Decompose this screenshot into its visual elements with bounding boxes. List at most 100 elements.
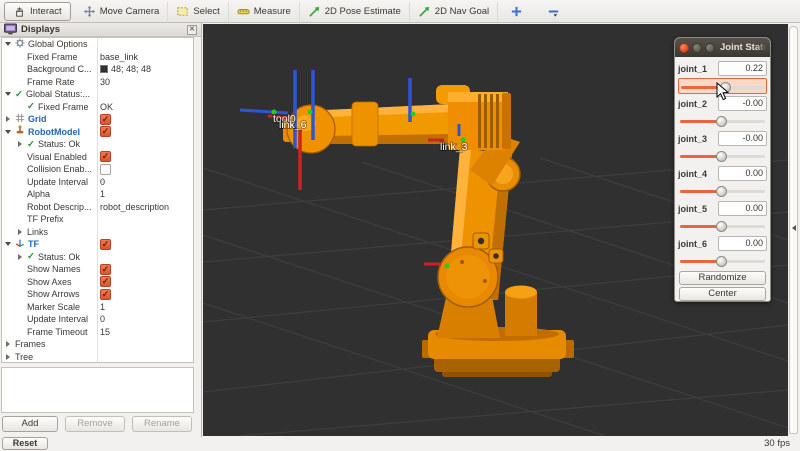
tree-row-links[interactable]: Links [2, 226, 193, 239]
checkbox-unchecked[interactable] [100, 164, 111, 175]
joint-slider[interactable] [678, 113, 767, 129]
joint-window-title: Joint State [718, 42, 766, 53]
tool-measure[interactable]: Measure [229, 2, 300, 21]
joint-value-field[interactable]: 0.00 [718, 166, 767, 181]
expand-arrow-icon[interactable] [4, 116, 12, 122]
mouse-cursor [716, 82, 730, 102]
remove-tool-button[interactable] [539, 2, 568, 21]
joint-value-field[interactable]: 0.00 [718, 236, 767, 251]
joint-slider[interactable] [678, 218, 767, 234]
tree-row-tf-prefix[interactable]: TF Prefix [2, 213, 193, 226]
tree-row-global-status-[interactable]: ✓Global Status:... [2, 88, 193, 101]
tree-row-frame-rate[interactable]: Frame Rate30 [2, 76, 193, 89]
tree-row-marker-scale[interactable]: Marker Scale1 [2, 301, 193, 314]
tree-row-frame-timeout[interactable]: Frame Timeout15 [2, 326, 193, 339]
tool-select[interactable]: Select [168, 2, 228, 21]
window-maximize-icon[interactable] [705, 43, 715, 53]
slider-knob[interactable] [716, 221, 727, 232]
checkbox-checked[interactable]: ✓ [100, 126, 111, 137]
expand-arrow-icon[interactable] [16, 141, 24, 147]
center-button[interactable]: Center [679, 287, 766, 301]
frame-label: link_3 [440, 141, 468, 153]
slider-knob[interactable] [716, 186, 727, 197]
tree-row-tree[interactable]: Tree [2, 351, 193, 364]
move-icon [83, 5, 96, 18]
tree-row-frames[interactable]: Frames [2, 338, 193, 351]
joint-slider[interactable] [678, 253, 767, 269]
collapse-arrow-icon[interactable] [4, 92, 12, 96]
tool-2d-pose-estimate[interactable]: 2D Pose Estimate [300, 2, 410, 21]
window-minimize-icon[interactable] [692, 43, 702, 53]
slider-knob[interactable] [716, 256, 727, 267]
remove-display-button[interactable]: Remove [65, 416, 125, 432]
expand-arrow-icon[interactable] [4, 341, 12, 347]
checkbox-checked[interactable]: ✓ [100, 264, 111, 275]
slider-trough [680, 190, 765, 193]
tree-row-grid[interactable]: Grid✓ [2, 113, 193, 126]
add-tool-button[interactable] [502, 2, 531, 21]
tree-row-background-c-[interactable]: Background C...48; 48; 48 [2, 63, 193, 76]
tree-row-robot-descrip-[interactable]: Robot Descrip...robot_description [2, 201, 193, 214]
hand-icon [13, 5, 26, 18]
slider-fill [680, 225, 721, 228]
slider-trough [680, 225, 765, 228]
joint-slider[interactable] [678, 148, 767, 164]
joint-window-titlebar[interactable]: Joint State [675, 38, 770, 57]
collapse-arrow-icon[interactable] [4, 242, 12, 246]
plus-icon [510, 5, 523, 18]
slider-trough [680, 120, 765, 123]
expand-arrow-icon[interactable] [16, 229, 24, 235]
checkbox-checked[interactable]: ✓ [100, 276, 111, 287]
tree-row-robotmodel[interactable]: RobotModel✓ [2, 126, 193, 139]
collapse-arrow-icon[interactable] [4, 42, 12, 46]
slider-knob[interactable] [716, 151, 727, 162]
randomize-button[interactable]: Randomize [679, 271, 766, 285]
tree-row-show-arrows[interactable]: Show Arrows✓ [2, 288, 193, 301]
tree-row-tf[interactable]: TF✓ [2, 238, 193, 251]
expand-arrow-icon[interactable] [4, 354, 12, 360]
tree-row-show-names[interactable]: Show Names✓ [2, 263, 193, 276]
tree-row-global-options[interactable]: Global Options [2, 38, 193, 51]
tool-interact[interactable]: Interact [4, 2, 71, 21]
gear-icon [15, 38, 25, 52]
reset-button[interactable]: Reset [2, 437, 48, 450]
tree-row-update-interval[interactable]: Update Interval0 [2, 176, 193, 189]
check-icon: ✓ [27, 138, 35, 152]
tree-row-status-ok[interactable]: ✓Status: Ok [2, 251, 193, 264]
collapse-arrow-icon[interactable] [4, 130, 12, 134]
tree-row-update-interval[interactable]: Update Interval0 [2, 313, 193, 326]
checkbox-checked[interactable]: ✓ [100, 151, 111, 162]
expand-arrow-icon[interactable] [16, 254, 24, 260]
close-panel-icon[interactable]: ✕ [187, 25, 197, 35]
tool-move-camera[interactable]: Move Camera [75, 2, 169, 21]
joint-value-field[interactable]: 0.22 [718, 61, 767, 76]
tree-row-show-axes[interactable]: Show Axes✓ [2, 276, 193, 289]
slider-knob[interactable] [716, 116, 727, 127]
joint-value-field[interactable]: 0.00 [718, 201, 767, 216]
tool-2d-nav-goal[interactable]: 2D Nav Goal [410, 2, 498, 21]
check-icon: ✓ [27, 100, 35, 114]
expand-panel-arrow-icon [792, 225, 796, 231]
displays-button-row: Add Remove Rename [0, 416, 202, 434]
views-panel-collapsed-bar[interactable] [789, 26, 798, 434]
tree-row-collision-enab-[interactable]: Collision Enab... [2, 163, 193, 176]
status-bar: Reset 30 fps [0, 437, 800, 451]
tree-row-visual-enabled[interactable]: Visual Enabled✓ [2, 151, 193, 164]
joint-slider[interactable] [678, 183, 767, 199]
tree-row-status-ok[interactable]: ✓Status: Ok [2, 138, 193, 151]
tree-row-alpha[interactable]: Alpha1 [2, 188, 193, 201]
green-arrow-icon [418, 5, 431, 18]
displays-panel-header[interactable]: Displays ✕ [0, 23, 201, 37]
checkbox-checked[interactable]: ✓ [100, 239, 111, 250]
ruler-icon [237, 5, 250, 18]
joint-state-publisher-window: Joint State joint_10.22joint_2-0.00joint… [674, 37, 771, 302]
window-close-icon[interactable] [679, 43, 689, 53]
checkbox-checked[interactable]: ✓ [100, 289, 111, 300]
tree-row-fixed-frame[interactable]: ✓Fixed FrameOK [2, 101, 193, 114]
checkbox-checked[interactable]: ✓ [100, 114, 111, 125]
right-panel-strip [788, 24, 800, 437]
joint-value-field[interactable]: -0.00 [718, 131, 767, 146]
add-display-button[interactable]: Add [2, 416, 58, 432]
rename-display-button[interactable]: Rename [132, 416, 192, 432]
tree-row-fixed-frame[interactable]: Fixed Framebase_link [2, 51, 193, 64]
